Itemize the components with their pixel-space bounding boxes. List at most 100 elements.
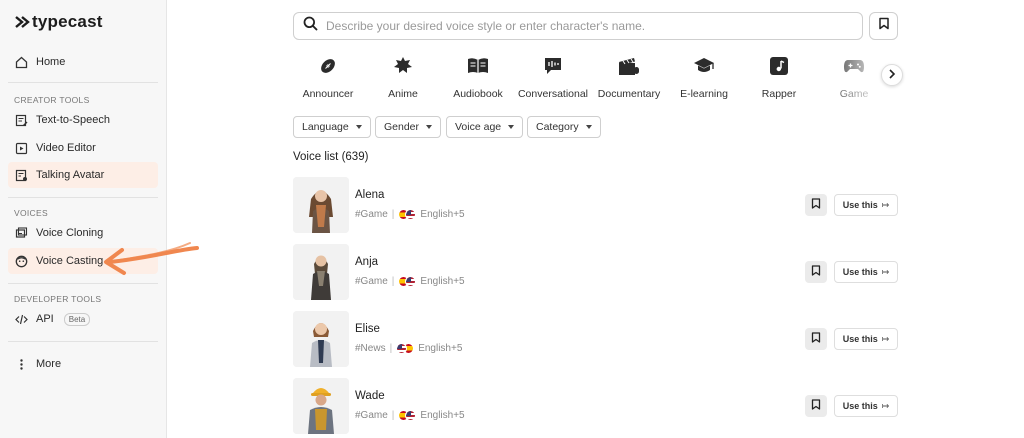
category-label: Game [839,88,869,100]
sidebar-divider [8,341,158,342]
category-documentary[interactable]: Documentary [591,54,667,100]
sidebar-item-label: API [36,313,54,325]
category-label: Conversational [517,88,589,100]
sidebar-item-text-to-speech[interactable]: Text-to-Speech [8,107,158,133]
sidebar-item-talking-avatar[interactable]: Talking Avatar [8,162,158,188]
voice-language: English+5 [420,410,465,421]
avatar [293,311,349,367]
sidebar-item-label: Text-to-Speech [36,114,110,126]
language-flags-icon [396,343,415,354]
book-icon [467,54,489,78]
sidebar-item-api[interactable]: API Beta [8,306,158,332]
category-label: Audiobook [453,88,503,100]
search-bar[interactable] [293,12,863,40]
caret-down-icon [585,125,592,129]
bookmark-button[interactable] [805,395,827,417]
arrow-to-right-icon: ↦ [881,400,890,411]
chevron-right-icon [888,66,896,84]
category-conversational[interactable]: Conversational [515,54,591,100]
voice-meta: #Game | English+5 [355,209,465,220]
bookmark-icon [878,17,890,35]
search-input[interactable] [326,19,846,33]
code-icon [15,313,28,326]
category-label: E-learning [680,88,728,100]
voice-meta: #Game | English+5 [355,276,465,287]
category-label: Anime [388,88,418,100]
search-icon [303,16,318,36]
gamepad-icon [843,54,865,78]
bookmark-button[interactable] [805,194,827,216]
sidebar-item-label: Home [36,56,66,68]
voice-tag: #Game [355,276,388,287]
bookmark-button[interactable] [805,328,827,350]
bookmark-icon [811,263,821,281]
use-this-button[interactable]: Use this ↦ [834,194,898,216]
use-this-button[interactable]: Use this ↦ [834,395,898,417]
arrow-to-right-icon: ↦ [881,333,890,344]
bookmarks-button[interactable] [869,12,898,40]
music-note-icon [769,54,789,78]
sidebar-item-label: Voice Cloning [36,227,104,239]
category-label: Announcer [302,88,354,100]
voice-tag: #News [355,343,386,354]
face-icon [15,255,28,268]
chat-icon [543,54,563,78]
category-label: Documentary [597,88,661,100]
bookmark-icon [811,397,821,415]
voice-language: English+5 [418,343,463,354]
category-rapper[interactable]: Rapper [741,54,817,100]
filter-label: Language [302,121,349,133]
list-item[interactable]: Anja #Game | English+5 Use this ↦ [293,244,899,300]
filter-label: Gender [384,121,420,133]
category-announcer[interactable]: Announcer [290,54,366,100]
avatar [293,378,349,434]
graduation-cap-icon [693,54,715,78]
voice-name: Anja [355,256,379,268]
caret-down-icon [355,125,362,129]
list-item[interactable]: Alena #Game | English+5 Use this ↦ [293,177,899,233]
filter-language[interactable]: Language [293,116,371,138]
typecast-logo[interactable]: typecast [14,12,103,32]
list-item[interactable]: Elise #News | English+5 Use this ↦ [293,311,899,367]
sidebar-item-voice-cloning[interactable]: Voice Cloning [8,220,158,246]
sidebar-item-voice-casting[interactable]: Voice Casting [8,248,158,274]
clapper-icon [618,54,640,78]
list-item[interactable]: Wade #Game | English+5 Use this ↦ [293,378,899,434]
filter-voice-age[interactable]: Voice age [446,116,524,138]
voice-tag: #Game [355,410,388,421]
sidebar-item-label: Video Editor [36,142,96,154]
category-e-learning[interactable]: E-learning [666,54,742,100]
bookmark-button[interactable] [805,261,827,283]
sidebar-item-more[interactable]: More [8,351,158,377]
sidebar-item-home[interactable]: Home [8,49,158,75]
use-this-button[interactable]: Use this ↦ [834,328,898,350]
filter-label: Voice age [455,121,502,133]
language-flags-icon [398,276,417,287]
filter-category[interactable]: Category [527,116,601,138]
use-this-label: Use this [842,200,878,210]
football-icon [318,54,338,78]
home-icon [15,56,28,69]
voice-clone-icon [15,226,28,240]
bookmark-icon [811,196,821,214]
filter-gender[interactable]: Gender [375,116,442,138]
arrow-to-right-icon: ↦ [881,266,890,277]
category-next-button[interactable] [881,64,903,86]
voice-name: Wade [355,390,385,402]
sidebar-item-video-editor[interactable]: Video Editor [8,135,158,161]
avatar [293,177,349,233]
filter-label: Category [536,121,579,133]
category-anime[interactable]: Anime [365,54,441,100]
use-this-button[interactable]: Use this ↦ [834,261,898,283]
section-label-developer-tools: DEVELOPER TOOLS [14,294,102,304]
document-edit-icon [15,114,28,127]
voice-name: Alena [355,189,385,201]
more-vertical-icon [15,358,28,371]
app: typecast Home CREATOR TOOLS Text-to-Spee… [0,0,1024,438]
voice-language: English+5 [420,276,465,287]
sidebar-divider [8,82,158,83]
avatar-doc-icon [15,169,28,182]
language-flags-icon [398,410,417,421]
bookmark-icon [811,330,821,348]
category-audiobook[interactable]: Audiobook [440,54,516,100]
